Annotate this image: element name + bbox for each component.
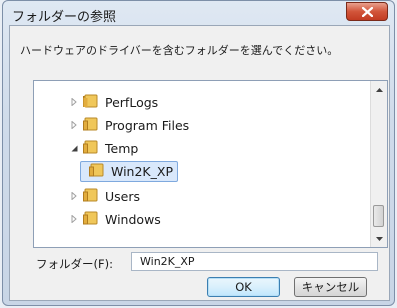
- tree-item-users[interactable]: Users: [64, 185, 146, 207]
- folder-browse-dialog: フォルダーの参照 ハードウェアのドライバーを含むフォルダーを選んでください。 P…: [2, 0, 395, 306]
- window-title: フォルダーの参照: [12, 10, 117, 25]
- tree-item-temp[interactable]: Temp: [64, 137, 144, 159]
- chevron-right-icon[interactable]: [68, 98, 80, 106]
- chevron-right-icon[interactable]: [68, 192, 80, 200]
- tree-item-windows[interactable]: Windows: [64, 208, 167, 230]
- tree-item-label: Program Files: [105, 117, 190, 133]
- tree-item-program-files[interactable]: Program Files: [64, 114, 195, 136]
- tree-item-win2k-xp[interactable]: Win2K_XP: [80, 160, 178, 182]
- cancel-button[interactable]: キャンセル: [294, 277, 367, 297]
- tree-item-perflogs[interactable]: PerfLogs: [64, 91, 164, 113]
- folder-field[interactable]: [131, 252, 378, 271]
- scroll-up-icon: [375, 87, 383, 92]
- tree-scrollbar[interactable]: [370, 81, 387, 247]
- folder-icon: [83, 188, 99, 205]
- chevron-right-icon[interactable]: [68, 121, 80, 129]
- scroll-up-button[interactable]: [371, 81, 387, 98]
- scroll-down-button[interactable]: [371, 230, 387, 247]
- scroll-down-icon: [375, 236, 383, 241]
- close-icon: [362, 7, 373, 17]
- folder-icon: [83, 140, 99, 157]
- triangle-down-icon[interactable]: [68, 145, 80, 152]
- ok-button[interactable]: OK: [207, 277, 280, 297]
- tree-item-label: Windows: [105, 211, 161, 227]
- folder-icon: [83, 117, 99, 134]
- folder-icon: [89, 163, 105, 180]
- tree-item-label: Users: [105, 188, 141, 204]
- folder-icon: [83, 211, 99, 228]
- folder-icon: [83, 94, 99, 111]
- folder-field-label: フォルダー(F):: [36, 257, 113, 271]
- tree-item-label: PerfLogs: [105, 94, 159, 110]
- tree-item-label: Temp: [105, 140, 139, 156]
- scrollbar-thumb[interactable]: [373, 205, 384, 227]
- chevron-right-icon[interactable]: [68, 215, 80, 223]
- dialog-body: ハードウェアのドライバーを含むフォルダーを選んでください。 PerfLogs P…: [9, 25, 390, 301]
- instruction-text: ハードウェアのドライバーを含むフォルダーを選んでください。: [20, 44, 339, 57]
- close-button[interactable]: [346, 2, 388, 21]
- tree-item-label: Win2K_XP: [111, 163, 173, 179]
- folder-tree[interactable]: PerfLogs Program Files Temp Win2K_XP Use…: [33, 80, 388, 248]
